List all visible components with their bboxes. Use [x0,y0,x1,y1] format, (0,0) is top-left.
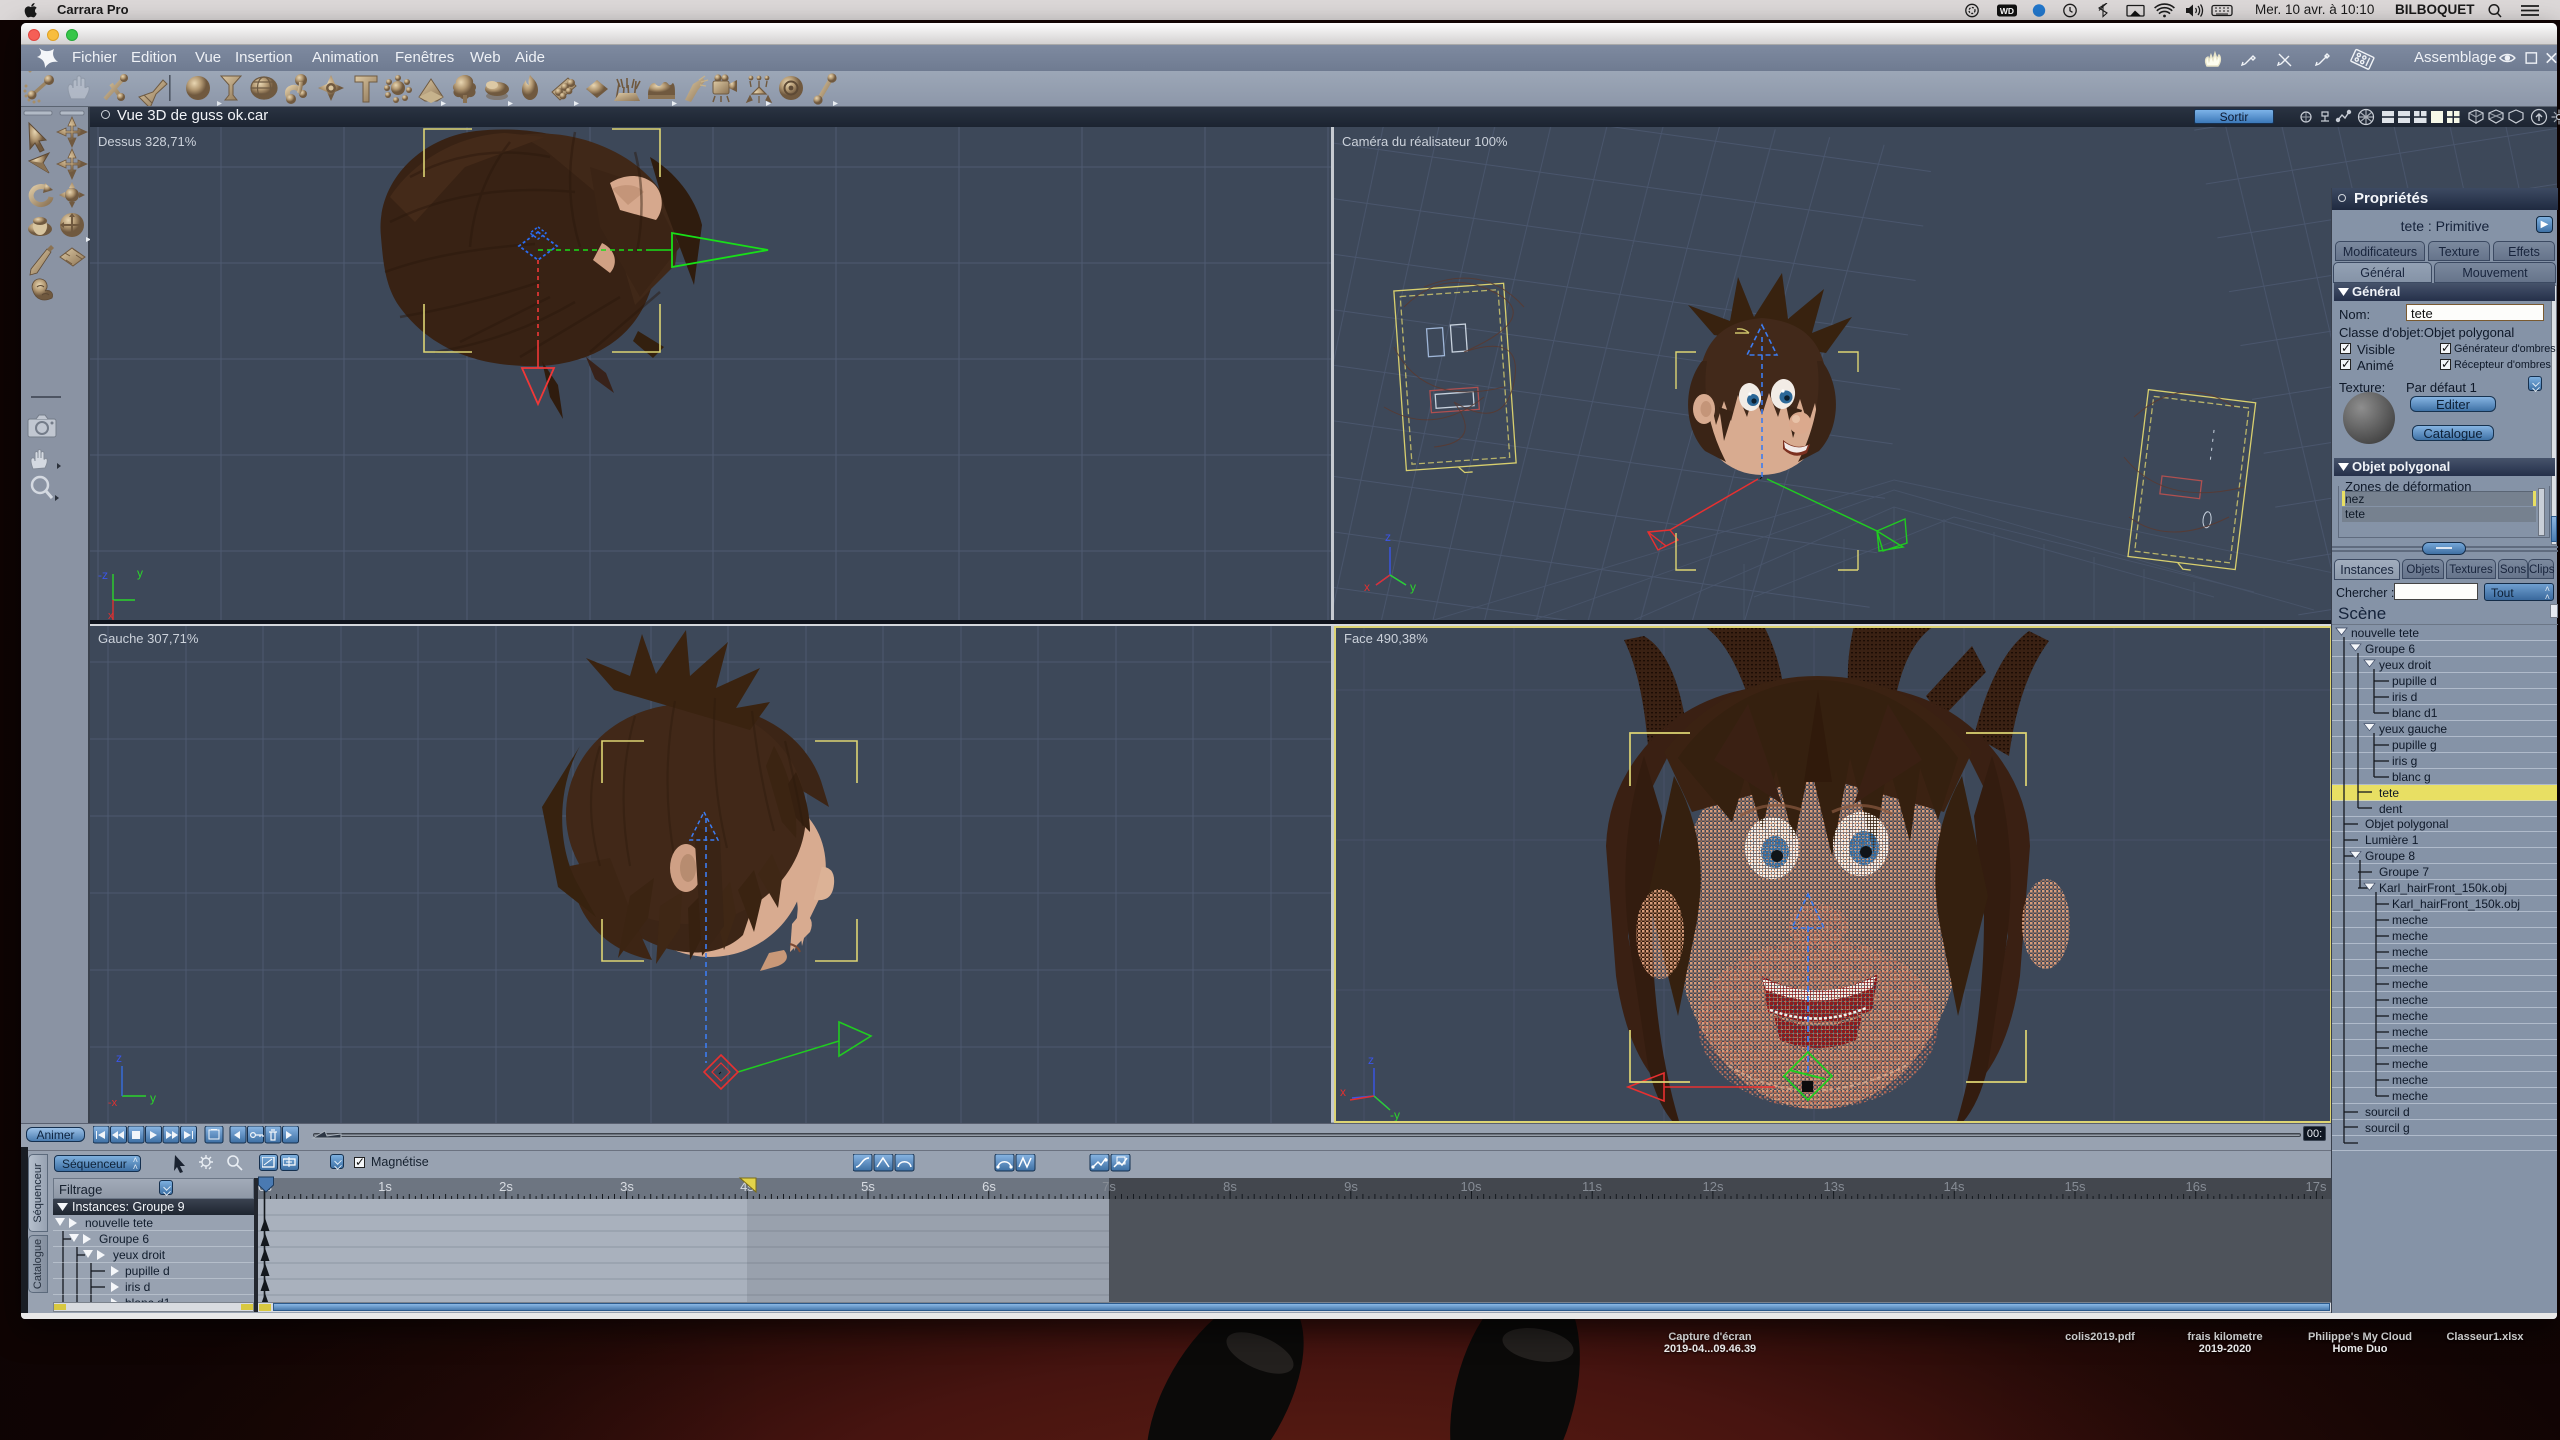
svg-text:17s: 17s [2306,1179,2327,1194]
svg-text:2s: 2s [499,1179,513,1194]
svg-text:5s: 5s [861,1179,875,1194]
svg-text:Gauche 307,71%: Gauche 307,71% [98,631,199,646]
svg-text:y: y [150,1091,156,1105]
svg-text:Face 490,38%: Face 490,38% [1344,631,1428,646]
svg-text:9s: 9s [1344,1179,1358,1194]
svg-text:x: x [108,610,114,620]
svg-text:y: y [1410,580,1416,594]
svg-text:-x: -x [108,1097,118,1109]
svg-text:z: z [1385,530,1391,544]
svg-text:y: y [137,566,143,580]
svg-text:7s: 7s [1102,1179,1116,1194]
svg-text:x: x [1364,580,1370,594]
svg-text:13s: 13s [1824,1179,1845,1194]
svg-text:11s: 11s [1582,1179,1602,1194]
svg-text:6s: 6s [982,1179,996,1194]
svg-text:WD: WD [2000,6,2014,16]
svg-text:16s: 16s [2186,1179,2207,1194]
svg-text:Caméra du réalisateur 100%: Caméra du réalisateur 100% [1342,134,1508,149]
svg-text:10s: 10s [1461,1179,1482,1194]
svg-text:x: x [1340,1085,1346,1099]
svg-text:15s: 15s [2065,1179,2086,1194]
svg-text:3s: 3s [620,1179,634,1194]
svg-text:8s: 8s [1223,1179,1237,1194]
svg-text:z: z [1368,1053,1374,1067]
svg-text:12s: 12s [1703,1179,1724,1194]
svg-text:14s: 14s [1944,1179,1965,1194]
svg-text:z: z [116,1051,122,1065]
svg-text:Dessus 328,71%: Dessus 328,71% [98,134,197,149]
svg-text:-z: -z [98,568,108,582]
svg-text:1s: 1s [378,1179,392,1194]
svg-text:-y: -y [1390,1108,1400,1122]
